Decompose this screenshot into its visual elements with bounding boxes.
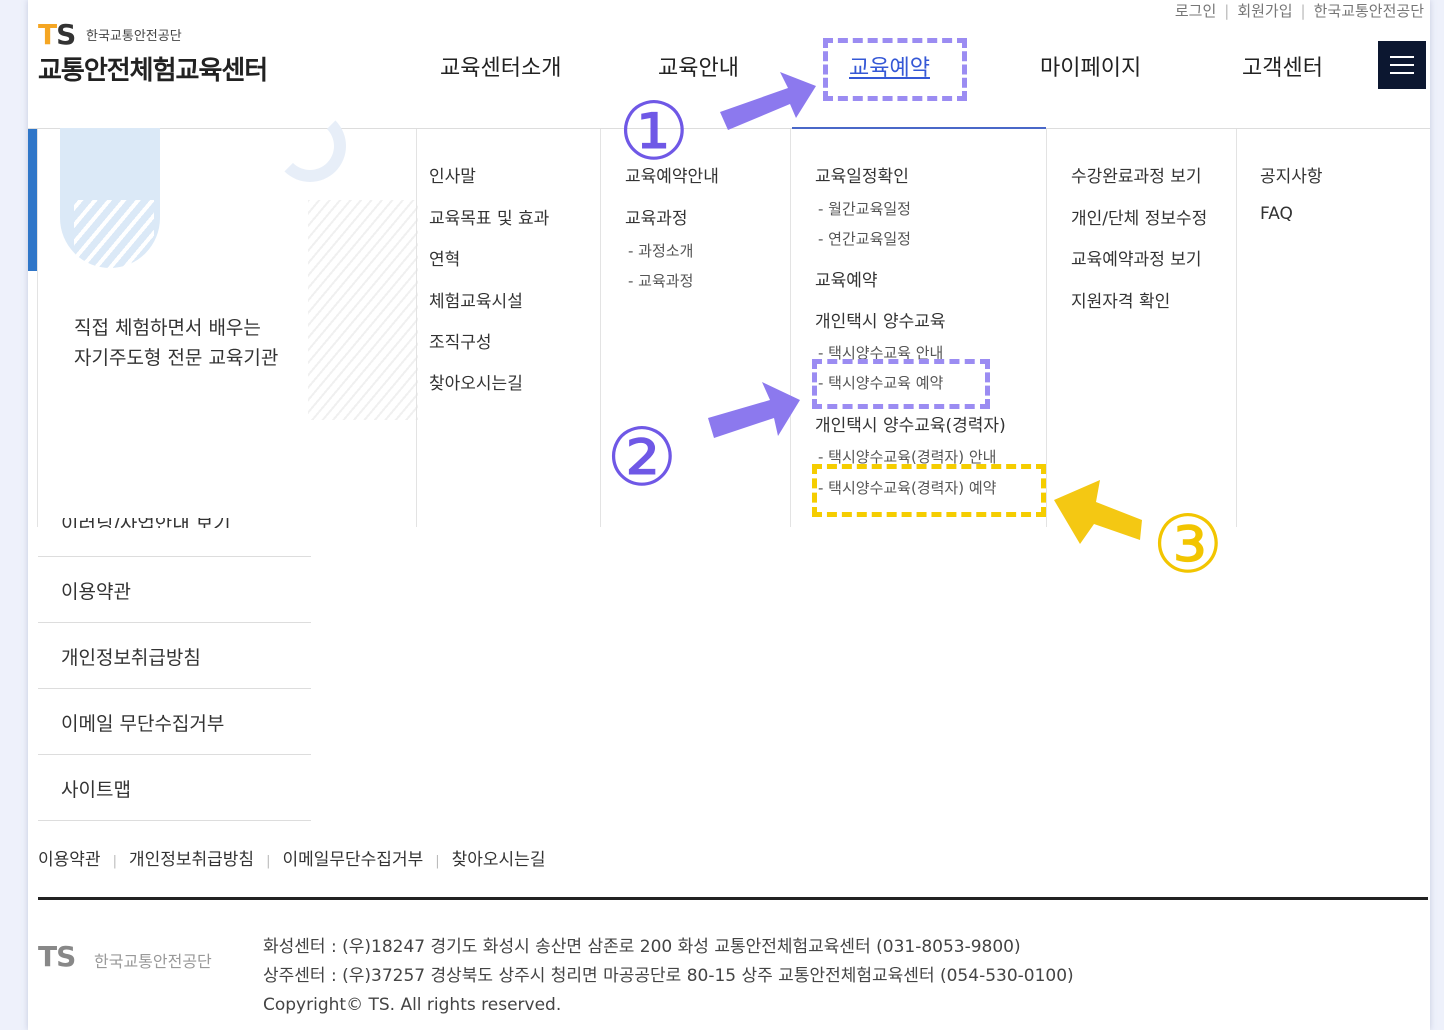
step-number-2: ② bbox=[606, 411, 678, 504]
arrow-2 bbox=[708, 382, 800, 438]
annotation-arrows bbox=[708, 72, 1142, 544]
arrow-1 bbox=[720, 72, 816, 130]
step-number-3: ③ bbox=[1152, 498, 1224, 591]
arrow-3 bbox=[1054, 480, 1142, 544]
step-number-1: ① bbox=[618, 85, 690, 178]
